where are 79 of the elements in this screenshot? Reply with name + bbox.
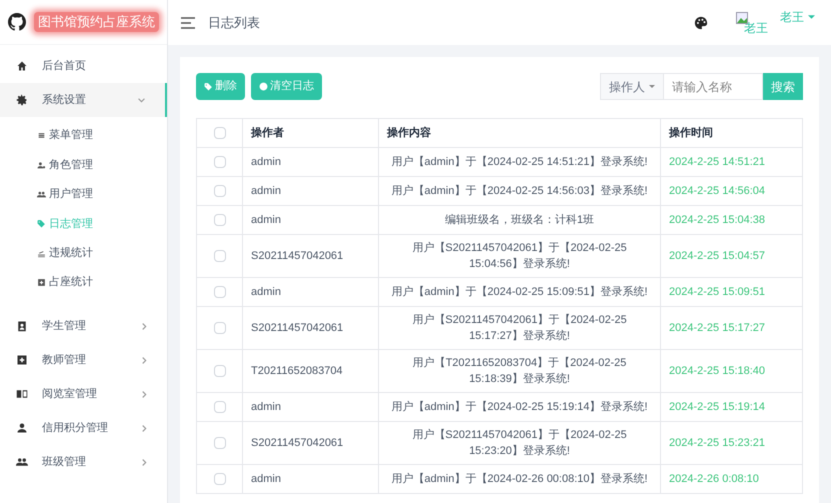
table-cell: S20211457042061 <box>251 322 344 334</box>
operator-dropdown[interactable]: 操作人 <box>600 73 664 100</box>
sidebar-item[interactable]: 信用积分管理 <box>0 411 167 446</box>
checkbox[interactable] <box>214 364 226 377</box>
table-cell: 2024-2-25 15:04:57 <box>669 250 766 262</box>
submenu-item[interactable]: 占座统计 <box>0 268 167 298</box>
column-header: 操作者 <box>251 126 284 139</box>
table-cell: admin <box>251 400 281 413</box>
table-cell: admin <box>251 472 281 485</box>
table-cell: 2024-2-25 14:51:21 <box>669 156 766 168</box>
table-cell: 用户【admin】于【2024-02-26 00:08:10】登录系统! <box>391 473 648 485</box>
table-cell: 2024-2-25 15:18:40 <box>669 364 766 377</box>
bars-icon <box>37 248 46 258</box>
table-cell: 用户【admin】于【2024-02-25 14:51:21】登录系统! <box>391 156 648 168</box>
checkbox[interactable] <box>214 156 226 168</box>
table-cell: 用户【admin】于【2024-02-25 15:19:14】登录系统! <box>391 401 648 413</box>
table-cell: admin <box>251 184 281 197</box>
tag-icon <box>204 82 213 91</box>
table-cell: 2024-2-25 14:56:04 <box>669 184 766 197</box>
avatar-alt-text: 老王 <box>744 22 768 34</box>
sidebar-item[interactable]: 班级管理 <box>0 445 167 480</box>
table-cell: 用户【admin】于【2024-02-25 15:09:51】登录系统! <box>391 286 648 298</box>
submenu-item[interactable]: 违规统计 <box>0 238 167 268</box>
checkbox[interactable] <box>214 436 226 449</box>
submenu-item[interactable]: 用户管理 <box>0 180 167 210</box>
checkbox[interactable] <box>214 472 226 485</box>
column-header: 操作时间 <box>669 126 713 139</box>
checkbox[interactable] <box>214 400 226 413</box>
checkbox[interactable] <box>214 322 226 334</box>
table-cell: 用户【S20211457042061】于【2024-02-25 15:04:56】登录系统! <box>412 242 627 270</box>
checkbox[interactable] <box>214 250 226 262</box>
search-field[interactable]: 请输入名称 <box>664 73 763 100</box>
sidebar-item[interactable]: 系统设置 <box>0 83 167 117</box>
page-title: 日志列表 <box>208 14 260 32</box>
table-cell: 2024-2-26 0:08:10 <box>669 472 759 485</box>
tag-icon <box>37 219 46 228</box>
submenu-item[interactable]: 菜单管理 <box>0 121 167 150</box>
user-gear-icon <box>37 160 46 170</box>
settings-icon <box>16 94 28 106</box>
table-cell: admin <box>251 214 281 226</box>
menu-icon[interactable] <box>180 16 196 28</box>
users-icon <box>16 456 28 468</box>
table-cell: 2024-2-25 15:23:21 <box>669 436 766 449</box>
table-cell: 用户【admin】于【2024-02-25 14:56:03】登录系统! <box>391 185 648 197</box>
app-title: 图书馆预约占座系统 <box>34 12 159 32</box>
table-cell: admin <box>251 156 281 168</box>
caret-icon <box>808 14 815 18</box>
checkbox[interactable] <box>214 286 226 298</box>
broken-image-icon <box>736 12 748 24</box>
checkbox[interactable] <box>214 126 226 139</box>
table-cell: 2024-2-25 15:09:51 <box>669 286 766 298</box>
home-icon <box>16 60 28 72</box>
table-cell: 用户【S20211457042061】于【2024-02-25 15:17:27】登录系统! <box>412 314 627 342</box>
table-cell: 2024-2-25 15:17:27 <box>669 322 766 334</box>
checkbox[interactable] <box>214 184 226 197</box>
table-cell: S20211457042061 <box>251 250 344 262</box>
table-cell: T20211652083704 <box>251 364 343 377</box>
sidebar-item[interactable]: 教师管理 <box>0 343 167 378</box>
sidebar-item[interactable]: 后台首页 <box>0 49 167 83</box>
palette-icon[interactable] <box>694 16 708 30</box>
table-cell: 2024-2-25 15:19:14 <box>669 400 766 413</box>
table-cell: admin <box>251 286 281 298</box>
column-header: 操作内容 <box>387 126 431 139</box>
sidebar-item[interactable]: 阅览室管理 <box>0 377 167 412</box>
list-icon <box>37 131 46 140</box>
table-cell: S20211457042061 <box>251 436 344 449</box>
users-icon <box>37 190 46 199</box>
table-cell: 用户【S20211457042061】于【2024-02-25 15:23:20】登录系统! <box>412 429 627 457</box>
submenu-item[interactable]: 角色管理 <box>0 150 167 180</box>
id-badge-icon <box>16 320 28 332</box>
sidebar-item[interactable]: 学生管理 <box>0 309 167 344</box>
table-cell: 2024-2-25 15:04:38 <box>669 214 766 226</box>
github-logo-icon <box>8 11 26 33</box>
table-cell: 用户【T20211652083704】于【2024-02-25 15:18:39】登录系统! <box>412 357 626 385</box>
checkbox[interactable] <box>214 214 226 226</box>
caret-icon <box>649 85 655 88</box>
book-icon <box>16 388 28 400</box>
table-cell: 编辑班级名，班级名：计科1班 <box>444 214 594 226</box>
user-icon <box>16 422 28 434</box>
